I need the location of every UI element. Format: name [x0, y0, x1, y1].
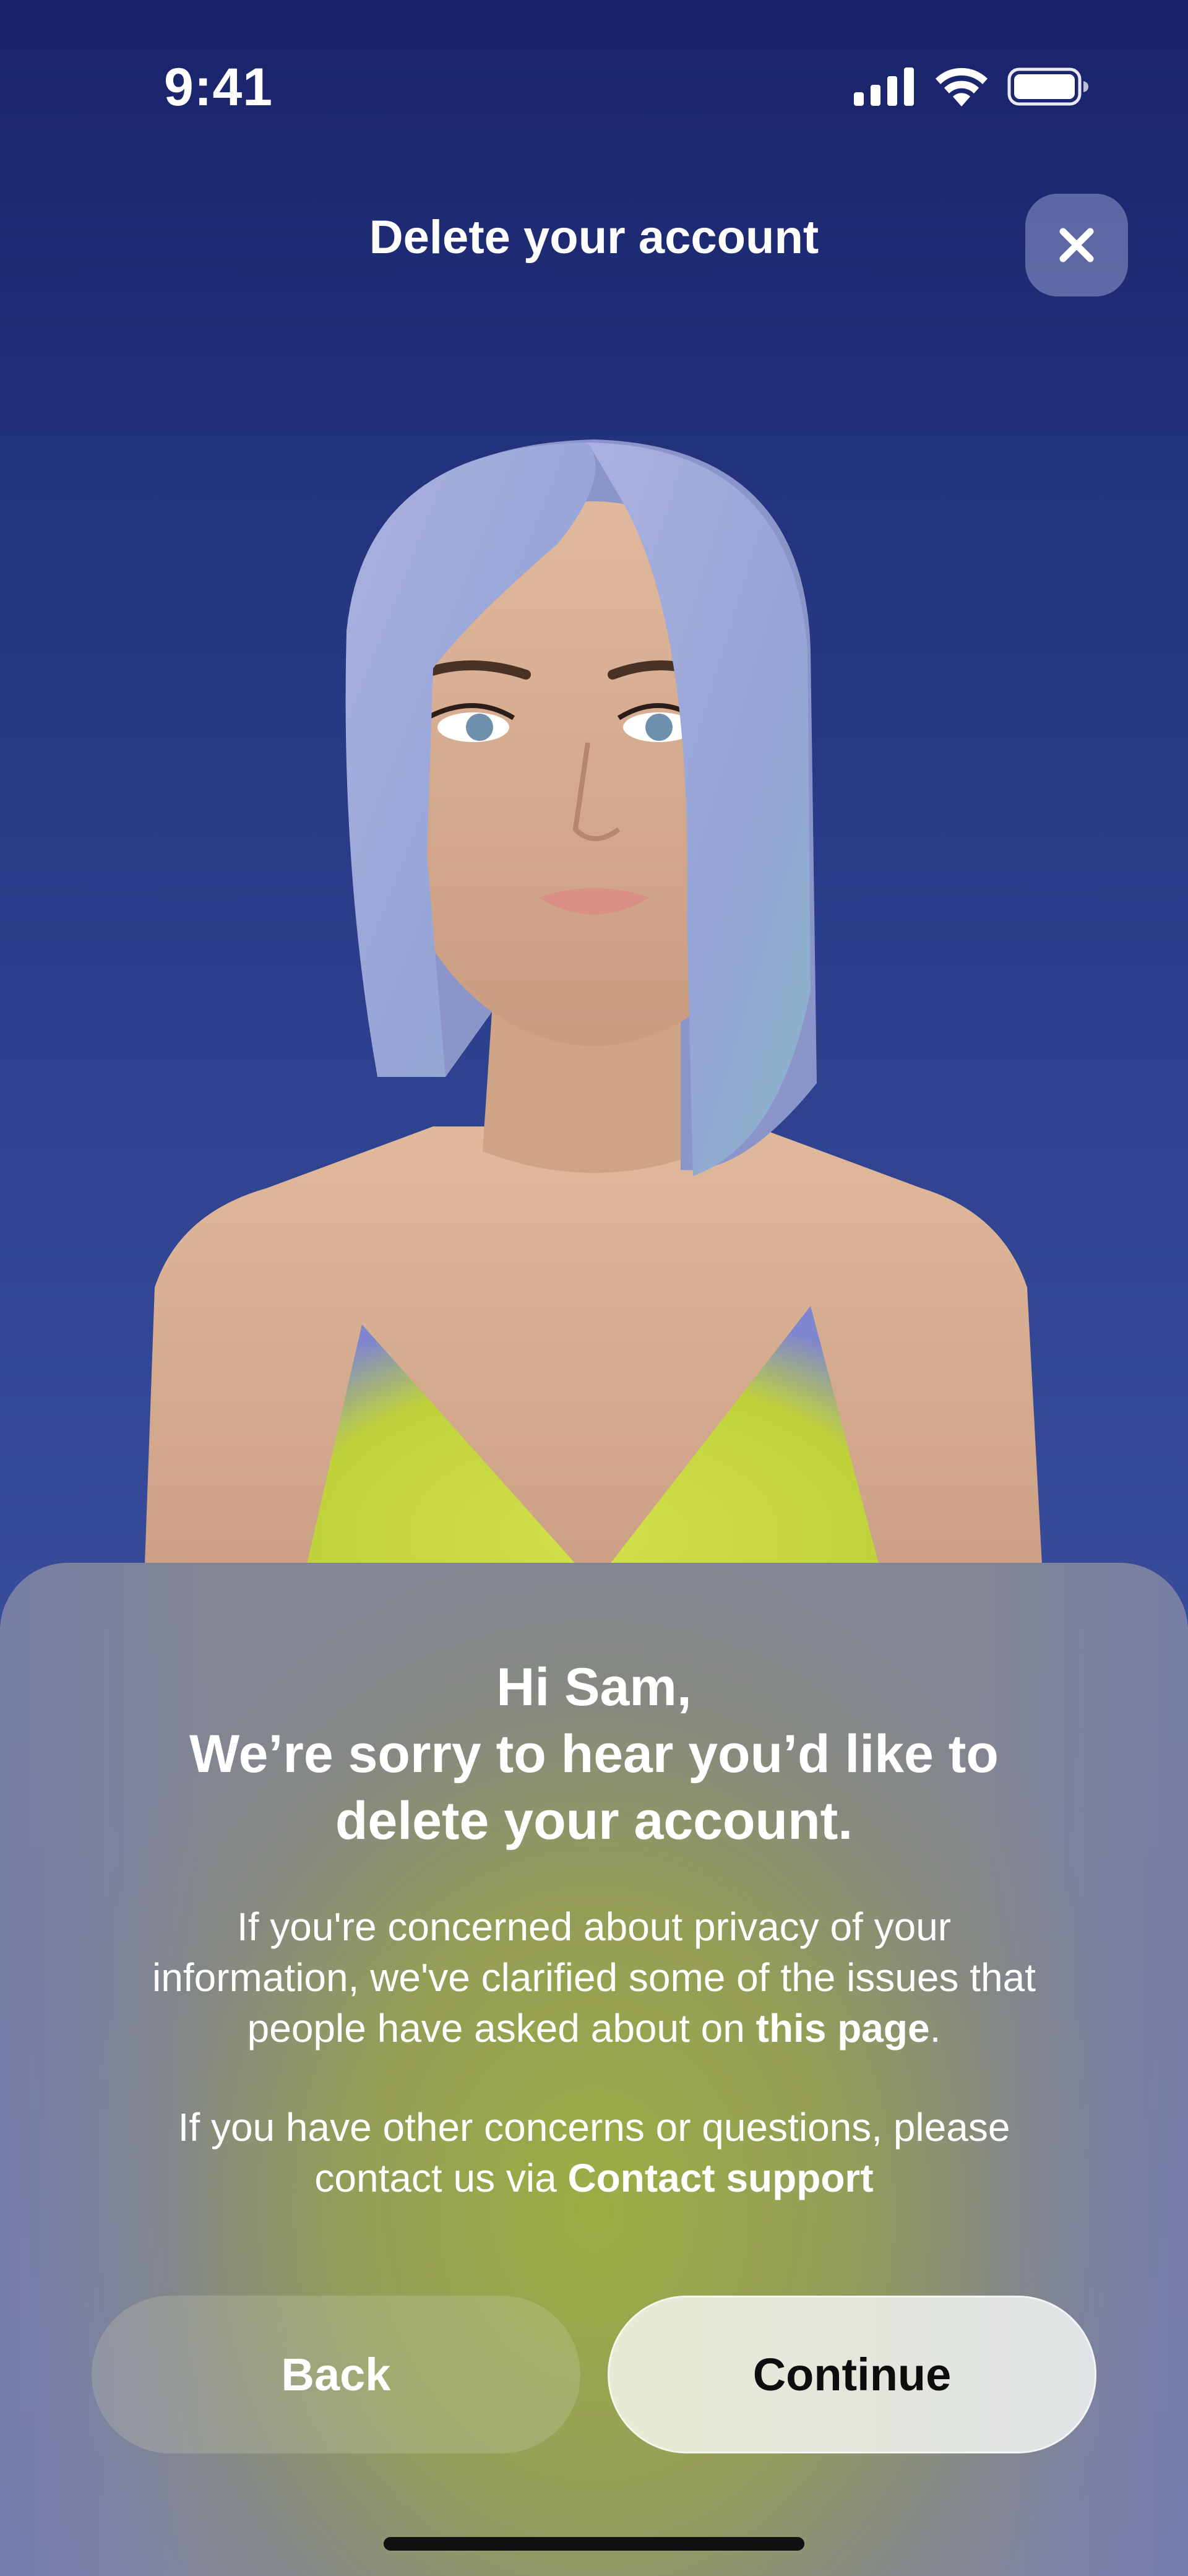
privacy-line-3-prefix: people have asked about on: [247, 2006, 756, 2051]
heading-line-3: delete your account.: [335, 1791, 853, 1851]
heading-line-2: We’re sorry to hear you’d like to: [189, 1724, 999, 1784]
contact-line-2-prefix: contact us via: [314, 2156, 568, 2200]
page-title: Delete your account: [369, 211, 819, 264]
privacy-line-3-suffix: .: [929, 2006, 941, 2051]
this-page-link[interactable]: this page: [756, 2006, 930, 2051]
cellular-signal-icon: [854, 67, 914, 106]
close-button[interactable]: [1025, 194, 1128, 296]
close-icon: [1059, 228, 1094, 262]
status-icons: [854, 67, 1089, 106]
continue-button[interactable]: Continue: [608, 2296, 1096, 2453]
status-time: 9:41: [164, 58, 273, 117]
privacy-line-3: people have asked about on this page.: [99, 2003, 1089, 2054]
delete-account-screen: 9:41 Delete your account Hi Sam, We’re s…: [0, 0, 1188, 2576]
wifi-icon: [936, 67, 988, 106]
privacy-paragraph: If you're concerned about privacy of you…: [99, 1901, 1089, 2054]
avatar-illustration: [142, 439, 1046, 1634]
privacy-line-1: If you're concerned about privacy of you…: [236, 1904, 952, 1949]
bottom-sheet: Hi Sam, We’re sorry to hear you’d like t…: [0, 1563, 1188, 2576]
contact-line-2: contact us via Contact support: [99, 2153, 1089, 2203]
sheet-heading: Hi Sam, We’re sorry to hear you’d like t…: [0, 1654, 1188, 1854]
heading-line-1: Hi Sam,: [496, 1658, 692, 1717]
contact-support-link[interactable]: Contact support: [567, 2156, 873, 2200]
back-button[interactable]: Back: [92, 2296, 580, 2453]
battery-icon: [1007, 67, 1088, 106]
privacy-line-2: information, we've clarified some of the…: [152, 1955, 1036, 2000]
home-indicator: [384, 2537, 804, 2551]
contact-paragraph: If you have other concerns or questions,…: [99, 2102, 1089, 2203]
contact-line-1: If you have other concerns or questions,…: [178, 2105, 1010, 2150]
